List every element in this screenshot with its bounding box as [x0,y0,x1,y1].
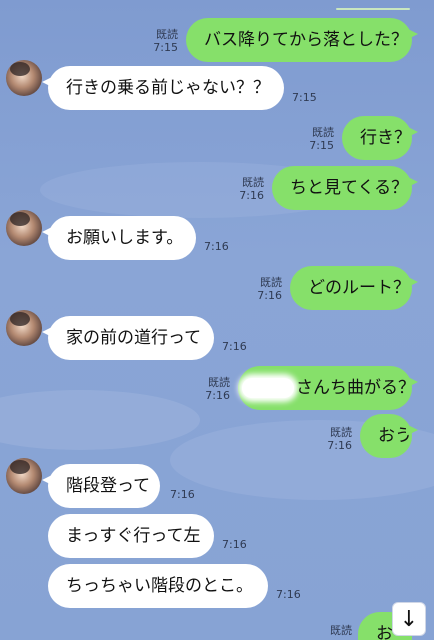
message-text: 階段登って [66,476,151,496]
message-time: 7:16 [205,389,230,402]
read-indicator: 既読 [260,276,282,289]
message-text: ちっちゃい階段のとこ。 [66,576,253,596]
message-text: おう [378,426,412,446]
read-indicator: 既読 [242,176,264,189]
message-text: お願いします。 [66,228,184,248]
contact-avatar[interactable] [6,210,42,246]
read-indicator: 既読 [312,126,334,139]
message-text: ちと見てくる？ [290,178,409,198]
message-meta: 既読 [314,624,352,637]
message-bubble-outgoing[interactable]: おう [360,414,418,458]
message-bubble-outgoing[interactable]: さんち曲がる？ [238,366,418,410]
message-meta: 既読 7:16 [192,376,230,402]
contact-avatar[interactable] [6,60,42,96]
top-divider [336,8,410,10]
message-time: 7:16 [327,439,352,452]
message-time: 7:16 [204,240,229,253]
message-text: バス降りてから落とした？ [204,30,408,50]
message-time: 7:16 [222,538,247,551]
message-text: 行きの乗る前じゃない？？ [66,78,270,98]
contact-avatar[interactable] [6,310,42,346]
message-time: 7:15 [153,41,178,54]
message-meta: 既読 7:16 [226,176,264,202]
message-text: 行き？ [360,128,411,148]
arrow-down-icon: ↓ [399,606,419,632]
message-bubble-incoming[interactable]: ちっちゃい階段のとこ。 [48,564,268,608]
read-indicator: 既読 [330,624,352,637]
message-text: まっすぐ行って左 [66,526,201,546]
message-time: 7:16 [276,588,301,601]
message-bubble-incoming[interactable]: 階段登って [42,464,160,508]
message-meta: 既読 7:16 [244,276,282,302]
read-indicator: 既読 [330,426,352,439]
message-time: 7:16 [239,189,264,202]
message-text: 家の前の道行って [66,328,202,348]
message-time: 7:16 [170,488,195,501]
message-bubble-incoming[interactable]: お願いします。 [42,216,196,260]
scroll-to-bottom-button[interactable]: ↓ [392,602,426,636]
message-bubble-outgoing[interactable]: ちと見てくる？ [272,166,418,210]
message-bubble-outgoing[interactable]: 行き？ [342,116,418,160]
redaction-mark [242,378,294,398]
message-bubble-outgoing[interactable]: バス降りてから落とした？ [186,18,418,62]
message-bubble-outgoing[interactable]: どのルート？ [290,266,418,310]
message-text: どのルート？ [308,278,410,298]
message-bubble-incoming[interactable]: まっすぐ行って左 [48,514,214,558]
contact-avatar[interactable] [6,458,42,494]
message-text: お [376,624,393,640]
message-text: さんち曲がる？ [296,378,415,398]
message-time: 7:15 [309,139,334,152]
message-time: 7:16 [257,289,282,302]
message-bubble-incoming[interactable]: 行きの乗る前じゃない？？ [42,66,284,110]
read-indicator: 既読 [208,376,230,389]
message-meta: 既読 7:15 [140,28,178,54]
message-time: 7:15 [292,91,317,104]
message-time: 7:16 [222,340,247,353]
message-bubble-incoming[interactable]: 家の前の道行って [42,316,214,360]
message-meta: 既読 7:15 [296,126,334,152]
message-meta: 既読 7:16 [314,426,352,452]
read-indicator: 既読 [156,28,178,41]
